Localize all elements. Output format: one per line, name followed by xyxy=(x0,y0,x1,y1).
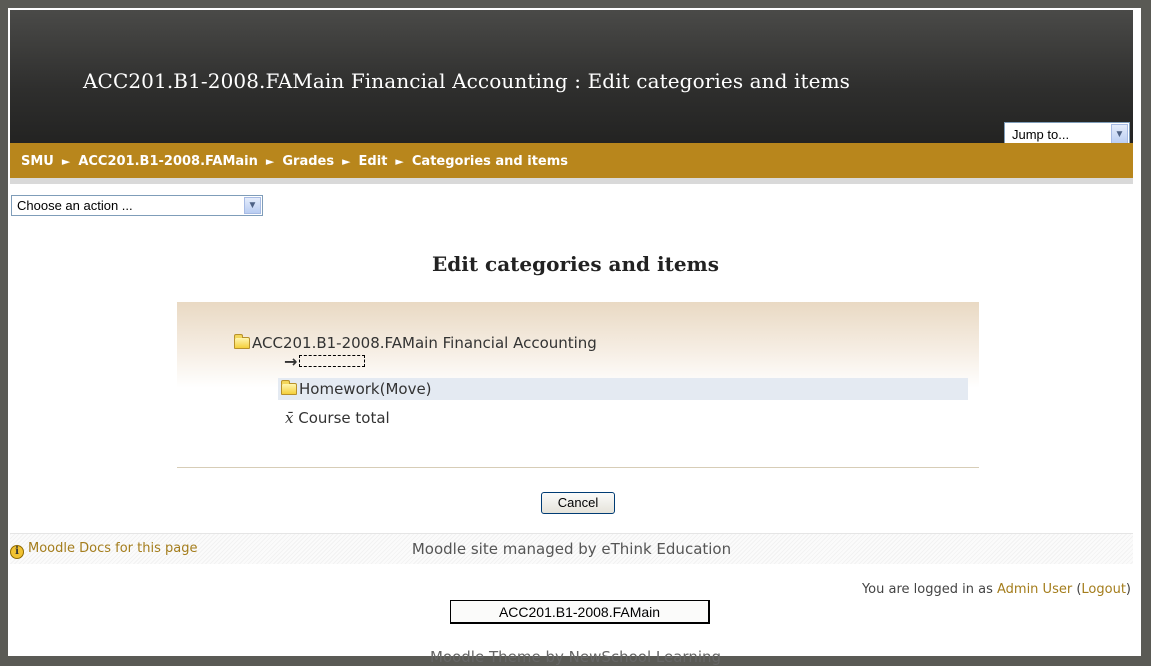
move-here-target[interactable] xyxy=(299,355,366,367)
course-home-button[interactable]: ACC201.B1-2008.FAMain xyxy=(450,600,710,624)
cancel-button[interactable]: Cancel xyxy=(541,492,615,514)
breadcrumb-item-smu[interactable]: SMU xyxy=(21,154,54,169)
tree-item-homework[interactable]: Homework(Move) xyxy=(281,380,432,398)
breadcrumb-separator-icon: ► xyxy=(342,155,351,168)
tree-item-course-total: x̄ Course total xyxy=(285,409,390,427)
tree-root-item: ACC201.B1-2008.FAMain Financial Accounti… xyxy=(234,334,597,352)
mean-x-icon: x̄ xyxy=(285,409,294,427)
breadcrumb: SMU ► ACC201.B1-2008.FAMain ► Grades ► Edit ► Ca… xyxy=(10,143,1133,184)
page-title: Edit categories and items xyxy=(432,252,719,276)
chevron-down-icon[interactable]: ▼ xyxy=(1111,124,1128,145)
logout-link[interactable]: Logout xyxy=(1081,582,1126,597)
folder-icon xyxy=(234,334,250,349)
move-target-row: → xyxy=(284,352,366,371)
choose-action-select[interactable]: Choose an action ... ▼ xyxy=(11,195,263,216)
folder-icon xyxy=(281,380,297,395)
breadcrumb-separator-icon: ► xyxy=(395,155,404,168)
arrow-right-icon: → xyxy=(284,352,298,371)
login-prefix: You are logged in as xyxy=(861,582,997,597)
breadcrumb-item-current: Categories and items xyxy=(411,154,569,169)
breadcrumb-separator-icon: ► xyxy=(61,155,71,168)
jump-to-label: Jump to... xyxy=(1012,127,1070,142)
user-profile-link[interactable]: Admin User xyxy=(997,582,1072,597)
page-header: ACC201.B1-2008.FAMain Financial Accounti… xyxy=(10,10,1133,147)
breadcrumb-item-course[interactable]: ACC201.B1-2008.FAMain xyxy=(78,154,258,169)
breadcrumb-item-edit[interactable]: Edit xyxy=(359,154,388,169)
course-total-label: Course total xyxy=(298,409,390,427)
chevron-down-icon[interactable]: ▼ xyxy=(244,197,261,214)
footer-bar: i Moodle Docs for this page Moodle site m… xyxy=(10,533,1133,564)
tree-root-label: ACC201.B1-2008.FAMain Financial Accounti… xyxy=(252,334,597,352)
category-tree: ACC201.B1-2008.FAMain Financial Accounti… xyxy=(177,302,979,468)
breadcrumb-separator-icon: ► xyxy=(265,155,275,168)
login-info: You are logged in as Admin User (Logout) xyxy=(861,582,1131,597)
theme-credit-text: Moodle Theme by NewSchool Learning xyxy=(429,648,722,666)
page-header-title: ACC201.B1-2008.FAMain Financial Accounti… xyxy=(83,69,850,93)
choose-action-value: Choose an action ... xyxy=(17,198,133,213)
homework-label: Homework(Move) xyxy=(299,380,432,398)
breadcrumb-item-grades[interactable]: Grades xyxy=(282,154,334,169)
site-managed-text: Moodle site managed by eThink Education xyxy=(411,540,732,558)
